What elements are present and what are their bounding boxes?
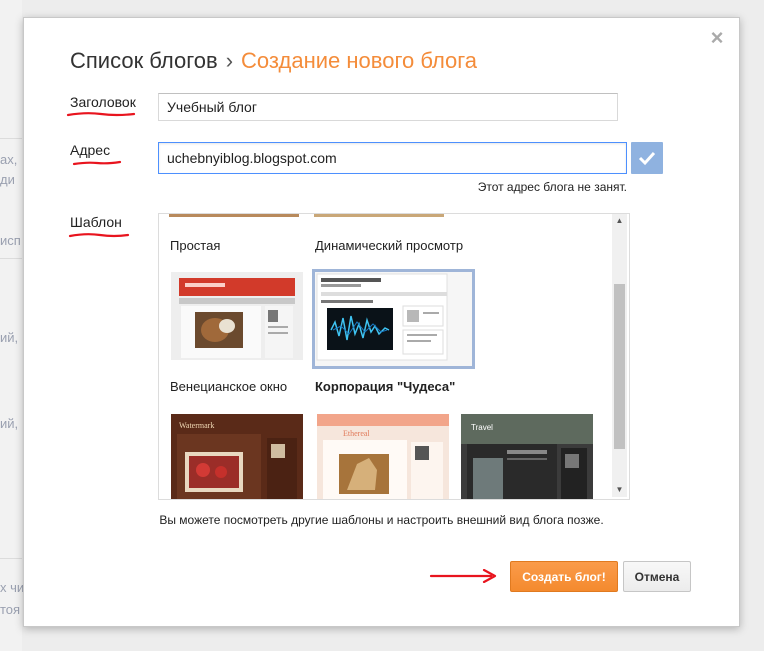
- template-name: Простая: [170, 238, 221, 253]
- red-underline-annotation: [66, 112, 136, 117]
- background-text: исп: [0, 233, 21, 248]
- template-list[interactable]: Простая Динамический просмотр Венецианск…: [158, 213, 630, 500]
- ethereal-thumb-title: Ethereal: [343, 429, 370, 438]
- create-blog-button[interactable]: Создать блог!: [510, 561, 618, 592]
- template-thumbnail-partial: [314, 214, 444, 217]
- template-preview-image: Ethereal: [317, 414, 449, 499]
- page-title: Список блогов › Создание нового блога: [70, 48, 477, 74]
- scroll-down-icon[interactable]: ▼: [612, 483, 627, 497]
- red-underline-annotation: [72, 160, 122, 166]
- template-thumbnail-partial: [169, 214, 299, 217]
- scrollbar-thumb[interactable]: [614, 284, 625, 449]
- template-label: Шаблон: [70, 214, 122, 230]
- template-thumbnail-simple[interactable]: [171, 272, 303, 360]
- background-divider: [0, 258, 22, 259]
- breadcrumb-blog-list[interactable]: Список блогов: [70, 48, 218, 73]
- template-preview-image: [171, 272, 303, 360]
- template-preview-image: Travel: [461, 414, 593, 499]
- background-text: ий,: [0, 330, 19, 345]
- background-text: х чи: [0, 580, 25, 595]
- breadcrumb-separator-icon: ›: [225, 48, 234, 73]
- background-page: [0, 0, 22, 651]
- checkmark-icon: [638, 151, 656, 166]
- check-address-button[interactable]: [631, 142, 663, 174]
- red-underline-annotation: [68, 233, 130, 238]
- address-input[interactable]: [158, 142, 627, 174]
- title-label: Заголовок: [70, 94, 136, 110]
- template-footnote: Вы можете посмотреть другие шаблоны и на…: [159, 513, 604, 527]
- template-scrollbar[interactable]: ▲ ▼: [612, 214, 627, 497]
- breadcrumb-current: Создание нового блога: [241, 48, 478, 73]
- close-icon[interactable]: ×: [707, 27, 727, 49]
- watermark-thumb-title: Watermark: [179, 421, 214, 430]
- background-divider: [0, 138, 22, 139]
- scroll-up-icon[interactable]: ▲: [612, 214, 627, 228]
- template-thumbnail-dynamic-view[interactable]: [312, 269, 475, 369]
- template-preview-image: Watermark: [171, 414, 303, 499]
- red-arrow-annotation-icon: [429, 569, 497, 583]
- template-name: Динамический просмотр: [315, 238, 464, 253]
- address-label: Адрес: [70, 142, 111, 158]
- template-thumbnail-watermark[interactable]: Watermark: [171, 414, 303, 499]
- background-text: ах,: [0, 152, 18, 167]
- template-thumbnail-ethereal[interactable]: Ethereal: [317, 414, 449, 499]
- background-text: ди: [0, 172, 15, 187]
- background-divider: [0, 558, 22, 559]
- template-name: Корпорация "Чудеса": [315, 379, 456, 394]
- address-available-hint: Этот адрес блога не занят.: [477, 180, 627, 194]
- cancel-button[interactable]: Отмена: [623, 561, 691, 592]
- template-thumbnail-travel[interactable]: Travel: [461, 414, 593, 499]
- template-preview-image: [315, 272, 472, 366]
- background-text: ий,: [0, 416, 19, 431]
- travel-thumb-title: Travel: [471, 423, 493, 432]
- background-text: тоя: [0, 602, 21, 617]
- create-blog-dialog: × Список блогов › Создание нового блога За…: [23, 17, 740, 627]
- title-input[interactable]: [158, 93, 618, 121]
- template-name: Венецианское окно: [170, 379, 288, 394]
